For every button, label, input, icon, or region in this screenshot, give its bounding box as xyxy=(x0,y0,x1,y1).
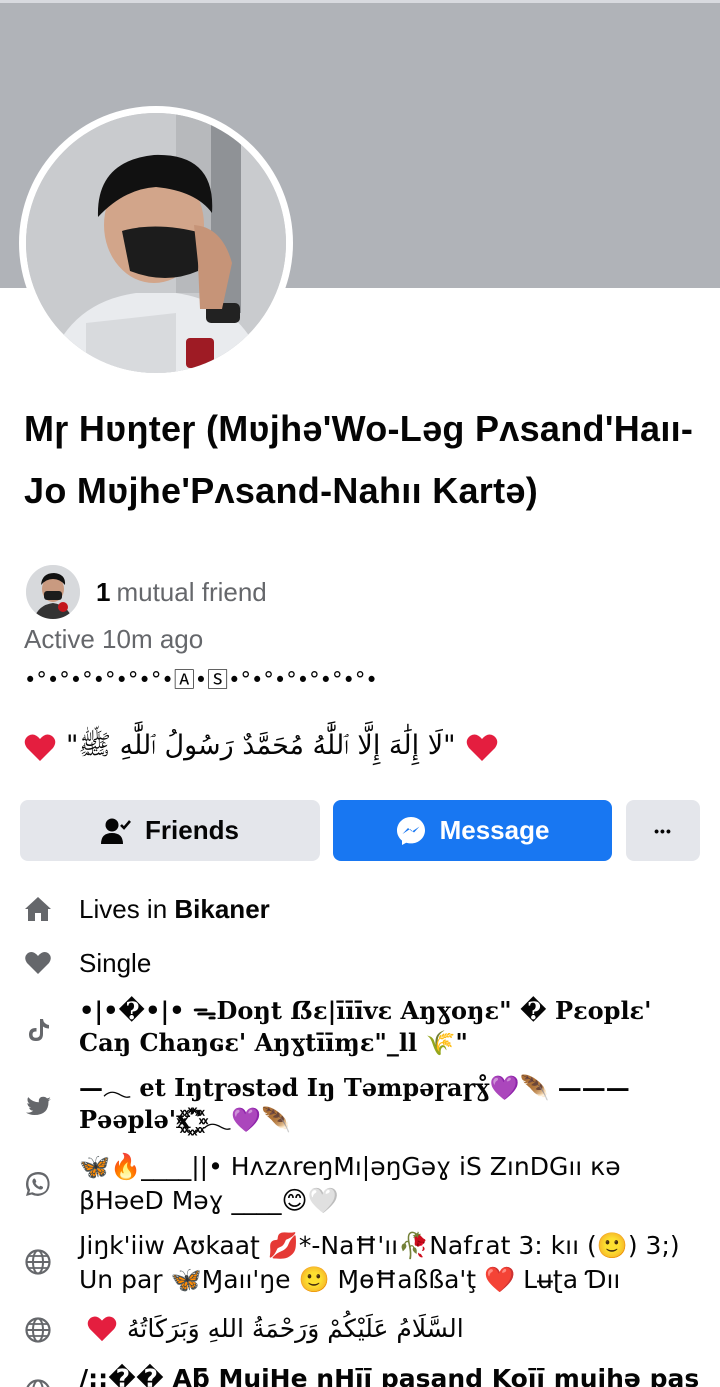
friends-button-label: Friends xyxy=(145,815,239,845)
globe-icon xyxy=(25,1317,51,1343)
bio-decoration: •°•°•°•°•°•°•🄰•🅂•°•°•°•°•°•°• xyxy=(24,668,378,692)
heart-emoji-icon xyxy=(87,1316,117,1342)
messenger-icon xyxy=(396,816,425,845)
tiktok-link[interactable]: •|•�•|• ᯓDoŋt ẞɛ|īīīvɛ Aŋɣoŋɛ" � Pɛoplɛ'… xyxy=(79,995,689,1059)
message-button[interactable]: Message xyxy=(333,800,612,861)
profile-picture[interactable] xyxy=(26,113,286,373)
bio-arabic-text: "لَا إِلَٰهَ إِلَّا ٱللَّٰهُ مُحَمَّدٌ ر… xyxy=(66,730,456,761)
globe-icon xyxy=(25,1249,51,1275)
heart-emoji-icon xyxy=(24,734,56,761)
heart-emoji-icon xyxy=(466,734,497,761)
whatsapp-link[interactable]: 🦋🔥____||• HʌzʌreŋMı|əŋGəɣ iS ZınDGıı кə … xyxy=(79,1150,689,1218)
status-bar-divider xyxy=(0,0,720,3)
mutual-friend-text[interactable]: 1 mutual friend xyxy=(96,577,267,608)
whatsapp-icon xyxy=(26,1172,50,1196)
lives-in-city[interactable]: Bikaner xyxy=(174,894,269,924)
home-icon xyxy=(25,897,51,921)
lives-in-row: Lives in Bikaner xyxy=(79,892,689,926)
message-button-label: Message xyxy=(439,815,550,845)
website-link-2[interactable]: السَّلَامُ عَلَيْكُمْ وَرَحْمَةُ اللهِ و… xyxy=(79,1312,689,1346)
bio-arabic-line: "لَا إِلَٰهَ إِلَّا ٱللَّٰهُ مُحَمَّدٌ ر… xyxy=(24,728,498,768)
globe-icon xyxy=(26,1379,50,1387)
twitter-icon xyxy=(26,1096,51,1115)
friend-check-icon xyxy=(101,818,132,844)
friends-button[interactable]: Friends xyxy=(20,800,320,861)
mutual-friend-count: 1 xyxy=(96,576,111,607)
tiktok-icon xyxy=(29,1019,49,1041)
more-options-icon: ••• xyxy=(654,822,672,839)
profile-name: Mɼ Hʋŋteɼ (Mʋjhə'Wo-Ləg Pʌsand'Haıı-Jo M… xyxy=(24,408,694,511)
twitter-link[interactable]: —𓂃 et Iŋtɼəstəd Iŋ Təmpəɼaɼɣ̊💜🪶 ———Pəəpl… xyxy=(79,1072,689,1136)
website-link-3[interactable]: /::�� Aƃ MujHe nHīī pasand Koīī mujhə pa… xyxy=(79,1362,699,1387)
mutual-friend-avatar[interactable] xyxy=(26,565,80,619)
lives-in-prefix: Lives in xyxy=(79,894,175,924)
mutual-friend-label: mutual friend xyxy=(116,576,267,607)
more-options-button[interactable]: ••• xyxy=(626,800,700,861)
active-status: Active 10m ago xyxy=(24,624,204,654)
relationship-status: Single xyxy=(79,948,152,978)
heart-icon xyxy=(25,952,51,974)
website-link-1[interactable]: Jiŋk'iiw Aʊkaaʈ 💋*-NaĦ'ıı🥀Nafɾat 3: kıı … xyxy=(79,1229,689,1297)
website-link-2-text: السَّلَامُ عَلَيْكُمْ وَرَحْمَةُ اللهِ و… xyxy=(127,1314,464,1343)
mutual-friends[interactable]: 1 mutual friend xyxy=(26,565,267,619)
profile-picture-frame[interactable] xyxy=(19,106,293,380)
